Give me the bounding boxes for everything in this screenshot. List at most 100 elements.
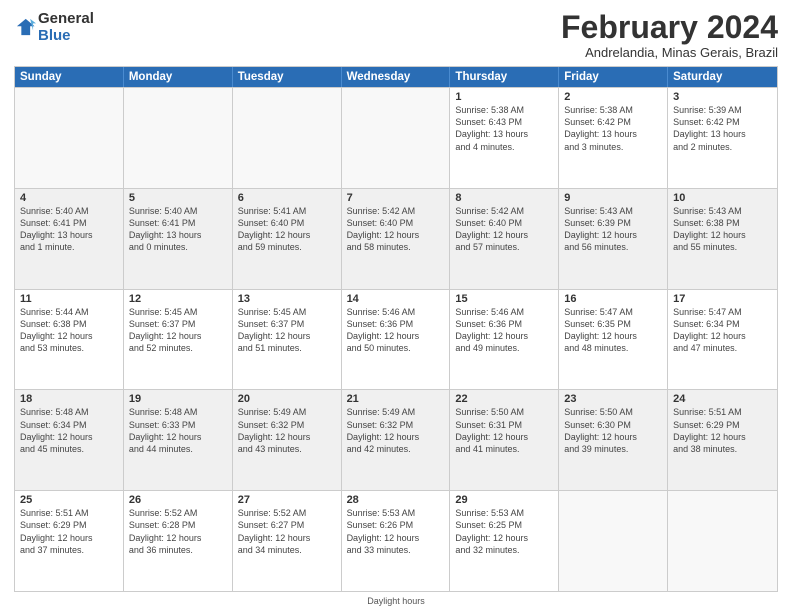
day-cell-20: 20Sunrise: 5:49 AM Sunset: 6:32 PM Dayli… [233,390,342,490]
header-day-tuesday: Tuesday [233,67,342,87]
day-info: Sunrise: 5:38 AM Sunset: 6:43 PM Dayligh… [455,104,553,153]
day-cell-7: 7Sunrise: 5:42 AM Sunset: 6:40 PM Daylig… [342,189,451,289]
day-number: 21 [347,393,445,405]
day-info: Sunrise: 5:48 AM Sunset: 6:34 PM Dayligh… [20,406,118,455]
day-info: Sunrise: 5:47 AM Sunset: 6:34 PM Dayligh… [673,306,772,355]
day-info: Sunrise: 5:49 AM Sunset: 6:32 PM Dayligh… [347,406,445,455]
calendar-body: 1Sunrise: 5:38 AM Sunset: 6:43 PM Daylig… [15,87,777,591]
header-day-wednesday: Wednesday [342,67,451,87]
empty-cell [233,88,342,188]
day-cell-2: 2Sunrise: 5:38 AM Sunset: 6:42 PM Daylig… [559,88,668,188]
logo-icon [14,16,36,38]
day-cell-17: 17Sunrise: 5:47 AM Sunset: 6:34 PM Dayli… [668,290,777,390]
day-number: 7 [347,192,445,204]
header-day-sunday: Sunday [15,67,124,87]
day-info: Sunrise: 5:48 AM Sunset: 6:33 PM Dayligh… [129,406,227,455]
day-number: 10 [673,192,772,204]
day-cell-14: 14Sunrise: 5:46 AM Sunset: 6:36 PM Dayli… [342,290,451,390]
day-cell-12: 12Sunrise: 5:45 AM Sunset: 6:37 PM Dayli… [124,290,233,390]
day-cell-19: 19Sunrise: 5:48 AM Sunset: 6:33 PM Dayli… [124,390,233,490]
day-number: 27 [238,494,336,506]
day-number: 2 [564,91,662,103]
day-cell-11: 11Sunrise: 5:44 AM Sunset: 6:38 PM Dayli… [15,290,124,390]
day-info: Sunrise: 5:49 AM Sunset: 6:32 PM Dayligh… [238,406,336,455]
day-number: 4 [20,192,118,204]
day-cell-25: 25Sunrise: 5:51 AM Sunset: 6:29 PM Dayli… [15,491,124,591]
day-cell-1: 1Sunrise: 5:38 AM Sunset: 6:43 PM Daylig… [450,88,559,188]
day-info: Sunrise: 5:46 AM Sunset: 6:36 PM Dayligh… [455,306,553,355]
day-number: 18 [20,393,118,405]
week-row-0: 1Sunrise: 5:38 AM Sunset: 6:43 PM Daylig… [15,87,777,188]
header-day-friday: Friday [559,67,668,87]
day-info: Sunrise: 5:47 AM Sunset: 6:35 PM Dayligh… [564,306,662,355]
day-number: 12 [129,293,227,305]
day-cell-9: 9Sunrise: 5:43 AM Sunset: 6:39 PM Daylig… [559,189,668,289]
day-cell-5: 5Sunrise: 5:40 AM Sunset: 6:41 PM Daylig… [124,189,233,289]
calendar: SundayMondayTuesdayWednesdayThursdayFrid… [14,66,778,592]
day-cell-10: 10Sunrise: 5:43 AM Sunset: 6:38 PM Dayli… [668,189,777,289]
day-number: 26 [129,494,227,506]
day-info: Sunrise: 5:42 AM Sunset: 6:40 PM Dayligh… [455,205,553,254]
day-info: Sunrise: 5:38 AM Sunset: 6:42 PM Dayligh… [564,104,662,153]
day-cell-24: 24Sunrise: 5:51 AM Sunset: 6:29 PM Dayli… [668,390,777,490]
day-info: Sunrise: 5:46 AM Sunset: 6:36 PM Dayligh… [347,306,445,355]
day-cell-4: 4Sunrise: 5:40 AM Sunset: 6:41 PM Daylig… [15,189,124,289]
footer: Daylight hours [14,596,778,606]
day-cell-27: 27Sunrise: 5:52 AM Sunset: 6:27 PM Dayli… [233,491,342,591]
day-number: 15 [455,293,553,305]
day-cell-23: 23Sunrise: 5:50 AM Sunset: 6:30 PM Dayli… [559,390,668,490]
page: General Blue February 2024 Andrelandia, … [0,0,792,612]
day-number: 8 [455,192,553,204]
day-cell-22: 22Sunrise: 5:50 AM Sunset: 6:31 PM Dayli… [450,390,559,490]
week-row-3: 18Sunrise: 5:48 AM Sunset: 6:34 PM Dayli… [15,389,777,490]
day-number: 3 [673,91,772,103]
week-row-4: 25Sunrise: 5:51 AM Sunset: 6:29 PM Dayli… [15,490,777,591]
logo: General Blue [14,10,94,44]
day-number: 25 [20,494,118,506]
title-block: February 2024 Andrelandia, Minas Gerais,… [561,10,778,60]
day-number: 17 [673,293,772,305]
week-row-2: 11Sunrise: 5:44 AM Sunset: 6:38 PM Dayli… [15,289,777,390]
day-number: 19 [129,393,227,405]
header: General Blue February 2024 Andrelandia, … [14,10,778,60]
day-info: Sunrise: 5:50 AM Sunset: 6:30 PM Dayligh… [564,406,662,455]
day-cell-29: 29Sunrise: 5:53 AM Sunset: 6:25 PM Dayli… [450,491,559,591]
day-cell-21: 21Sunrise: 5:49 AM Sunset: 6:32 PM Dayli… [342,390,451,490]
calendar-header: SundayMondayTuesdayWednesdayThursdayFrid… [15,67,777,87]
day-info: Sunrise: 5:53 AM Sunset: 6:25 PM Dayligh… [455,507,553,556]
day-number: 1 [455,91,553,103]
day-info: Sunrise: 5:53 AM Sunset: 6:26 PM Dayligh… [347,507,445,556]
day-info: Sunrise: 5:52 AM Sunset: 6:27 PM Dayligh… [238,507,336,556]
day-info: Sunrise: 5:52 AM Sunset: 6:28 PM Dayligh… [129,507,227,556]
day-cell-16: 16Sunrise: 5:47 AM Sunset: 6:35 PM Dayli… [559,290,668,390]
day-number: 13 [238,293,336,305]
header-day-thursday: Thursday [450,67,559,87]
day-cell-15: 15Sunrise: 5:46 AM Sunset: 6:36 PM Dayli… [450,290,559,390]
day-cell-26: 26Sunrise: 5:52 AM Sunset: 6:28 PM Dayli… [124,491,233,591]
empty-cell [559,491,668,591]
day-info: Sunrise: 5:51 AM Sunset: 6:29 PM Dayligh… [20,507,118,556]
day-info: Sunrise: 5:50 AM Sunset: 6:31 PM Dayligh… [455,406,553,455]
day-cell-6: 6Sunrise: 5:41 AM Sunset: 6:40 PM Daylig… [233,189,342,289]
day-number: 16 [564,293,662,305]
day-info: Sunrise: 5:42 AM Sunset: 6:40 PM Dayligh… [347,205,445,254]
day-info: Sunrise: 5:43 AM Sunset: 6:39 PM Dayligh… [564,205,662,254]
logo-text: General Blue [38,10,94,44]
page-location: Andrelandia, Minas Gerais, Brazil [561,45,778,60]
page-title: February 2024 [561,10,778,45]
week-row-1: 4Sunrise: 5:40 AM Sunset: 6:41 PM Daylig… [15,188,777,289]
empty-cell [124,88,233,188]
day-number: 28 [347,494,445,506]
day-number: 6 [238,192,336,204]
day-cell-13: 13Sunrise: 5:45 AM Sunset: 6:37 PM Dayli… [233,290,342,390]
day-number: 24 [673,393,772,405]
day-number: 20 [238,393,336,405]
day-info: Sunrise: 5:43 AM Sunset: 6:38 PM Dayligh… [673,205,772,254]
day-number: 9 [564,192,662,204]
day-number: 11 [20,293,118,305]
day-info: Sunrise: 5:44 AM Sunset: 6:38 PM Dayligh… [20,306,118,355]
empty-cell [15,88,124,188]
header-day-saturday: Saturday [668,67,777,87]
day-cell-28: 28Sunrise: 5:53 AM Sunset: 6:26 PM Dayli… [342,491,451,591]
day-info: Sunrise: 5:41 AM Sunset: 6:40 PM Dayligh… [238,205,336,254]
